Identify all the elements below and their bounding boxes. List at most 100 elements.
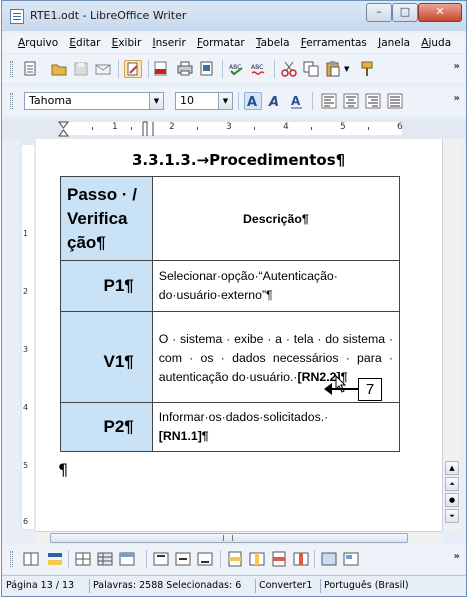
borders-icon[interactable] xyxy=(22,550,40,568)
ruler-mark: 5 xyxy=(340,122,346,132)
menu-formatar[interactable]: Formatar xyxy=(197,33,245,53)
autospellcheck-icon[interactable]: ABC xyxy=(250,60,268,78)
header-step-line: Passo · / xyxy=(67,184,137,204)
toolbar-grip[interactable] xyxy=(10,93,13,109)
menu-arquivo[interactable]: Arquivo xyxy=(18,33,58,53)
header-step-cell[interactable]: Passo · / Verifica ção¶ xyxy=(60,176,153,261)
clone-formatting-icon[interactable] xyxy=(358,60,376,78)
left-indent-marker-icon[interactable] xyxy=(58,121,70,137)
menu-exibir[interactable]: Exibir xyxy=(112,33,142,53)
document-page[interactable]: 3.3.1.3.→Procedimentos¶ Passo · / Verifi… xyxy=(36,139,442,531)
menu-ajuda[interactable]: Ajuda xyxy=(421,33,451,53)
merge-cells-icon[interactable] xyxy=(74,550,92,568)
delete-columns-icon[interactable] xyxy=(292,550,310,568)
column-marker-icon[interactable] xyxy=(142,121,154,137)
justify-icon[interactable] xyxy=(386,92,404,110)
toolbar-separator xyxy=(238,92,239,110)
font-name-value: Tahoma xyxy=(29,94,72,107)
insert-rows-icon[interactable] xyxy=(226,550,244,568)
description-cell[interactable]: Informar·os·dados·solicitados.· [RN1.1]¶ xyxy=(151,402,401,452)
procedure-table[interactable]: Passo · / Verifica ção¶ Descrição¶ P1¶ S… xyxy=(60,176,401,452)
menu-editar[interactable]: Editar xyxy=(69,33,100,53)
status-language[interactable]: Português (Brasil) xyxy=(324,580,409,591)
align-bottom-icon[interactable] xyxy=(196,550,214,568)
svg-text:A: A xyxy=(268,95,279,110)
copy-icon[interactable] xyxy=(302,60,320,78)
chevron-down-icon[interactable]: ▼ xyxy=(149,93,163,109)
horizontal-scrollbar[interactable] xyxy=(36,531,442,543)
cut-icon[interactable] xyxy=(280,60,298,78)
italic-a-icon[interactable]: A xyxy=(266,92,284,110)
ruler-tick xyxy=(197,127,198,130)
status-mode[interactable]: Converter1 xyxy=(259,580,312,591)
horizontal-scroll-thumb[interactable] xyxy=(50,533,408,543)
align-top-icon[interactable] xyxy=(152,550,170,568)
font-name-combo[interactable]: Tahoma ▼ xyxy=(24,92,164,110)
writer-window: RTE1.odt - LibreOffice Writer – □ ✕ Arqu… xyxy=(1,0,467,597)
toolbar-separator xyxy=(314,550,315,568)
description-cell[interactable]: Selecionar·opção·“Autenticação· do·usuár… xyxy=(151,260,401,312)
menu-ferramentas[interactable]: Ferramentas xyxy=(301,33,367,53)
print-icon[interactable] xyxy=(176,60,194,78)
toolbar-grip[interactable] xyxy=(10,61,13,77)
status-word-count[interactable]: Palavras: 2588 Selecionadas: 6 xyxy=(93,580,241,591)
horizontal-ruler[interactable]: 1 2 3 4 5 6 xyxy=(2,119,466,139)
toolbar-grip[interactable] xyxy=(10,551,13,567)
paste-icon[interactable] xyxy=(324,60,342,78)
minimize-button[interactable]: – xyxy=(366,3,392,22)
font-size-combo[interactable]: 10 ▼ xyxy=(175,92,233,110)
previous-page-icon[interactable]: ⏶ xyxy=(445,477,459,491)
more-buttons-icon[interactable]: » xyxy=(454,61,460,72)
more-buttons-icon[interactable]: » xyxy=(454,93,460,104)
close-button[interactable]: ✕ xyxy=(418,3,462,22)
step-cell[interactable]: P2¶ xyxy=(60,402,153,452)
email-icon[interactable] xyxy=(94,60,112,78)
toolbar-separator xyxy=(146,550,147,568)
open-folder-icon[interactable] xyxy=(50,60,68,78)
ruler-tick xyxy=(368,127,369,130)
bold-a-icon[interactable]: A xyxy=(244,92,262,110)
select-table-icon[interactable] xyxy=(320,550,338,568)
navigator-dot-icon[interactable]: ● xyxy=(445,493,459,507)
step-cell[interactable]: V1¶ xyxy=(60,311,153,403)
header-description-cell[interactable]: Descrição¶ xyxy=(151,176,401,261)
underline-a-icon[interactable]: A xyxy=(288,92,306,110)
more-buttons-icon[interactable]: » xyxy=(454,551,460,562)
border-color-icon[interactable] xyxy=(46,550,64,568)
mouse-pointer-icon xyxy=(335,375,347,393)
align-right-icon[interactable] xyxy=(364,92,382,110)
ruler-tick xyxy=(92,127,93,130)
step-cell[interactable]: P1¶ xyxy=(60,260,153,312)
menu-inserir[interactable]: Inserir xyxy=(153,33,186,53)
title-bar: RTE1.odt - LibreOffice Writer – □ ✕ xyxy=(2,1,466,31)
save-disabled-icon[interactable] xyxy=(72,60,90,78)
chevron-down-icon[interactable]: ▼ xyxy=(218,93,232,109)
paste-dropdown-icon[interactable]: ▼ xyxy=(344,60,354,78)
align-left-icon[interactable] xyxy=(320,92,338,110)
split-cells-icon[interactable] xyxy=(96,550,114,568)
formatting-toolbar: Tahoma ▼ 10 ▼ A A A » xyxy=(2,87,466,115)
vertical-ruler[interactable]: 1 2 3 4 5 6 xyxy=(20,139,36,531)
export-pdf-icon[interactable] xyxy=(152,60,170,78)
status-page[interactable]: Página 13 / 13 xyxy=(6,580,74,591)
menu-tabela[interactable]: Tabela xyxy=(256,33,290,53)
menu-janela[interactable]: Janela xyxy=(378,33,410,53)
print-preview-icon[interactable] xyxy=(198,60,216,78)
vertical-scrollbar[interactable]: ▲ ⏶ ● ⏷ xyxy=(442,139,461,531)
table-properties-icon[interactable] xyxy=(342,550,360,568)
edit-mode-icon[interactable] xyxy=(124,60,142,78)
align-middle-icon[interactable] xyxy=(174,550,192,568)
scroll-up-icon[interactable]: ▲ xyxy=(445,461,459,475)
table-autoformat-icon[interactable] xyxy=(118,550,136,568)
delete-rows-icon[interactable] xyxy=(270,550,288,568)
writer-document-icon xyxy=(10,9,24,24)
toolbar-separator xyxy=(68,550,69,568)
next-page-icon[interactable]: ⏷ xyxy=(445,509,459,523)
maximize-button[interactable]: □ xyxy=(392,3,418,22)
description-body: Informar·os·dados·solicitados.· xyxy=(158,410,329,424)
ruler-mark: 4 xyxy=(283,122,289,132)
new-document-icon[interactable] xyxy=(22,60,40,78)
align-center-icon[interactable] xyxy=(342,92,360,110)
insert-columns-icon[interactable] xyxy=(248,550,266,568)
spellcheck-icon[interactable]: ABC xyxy=(228,60,246,78)
